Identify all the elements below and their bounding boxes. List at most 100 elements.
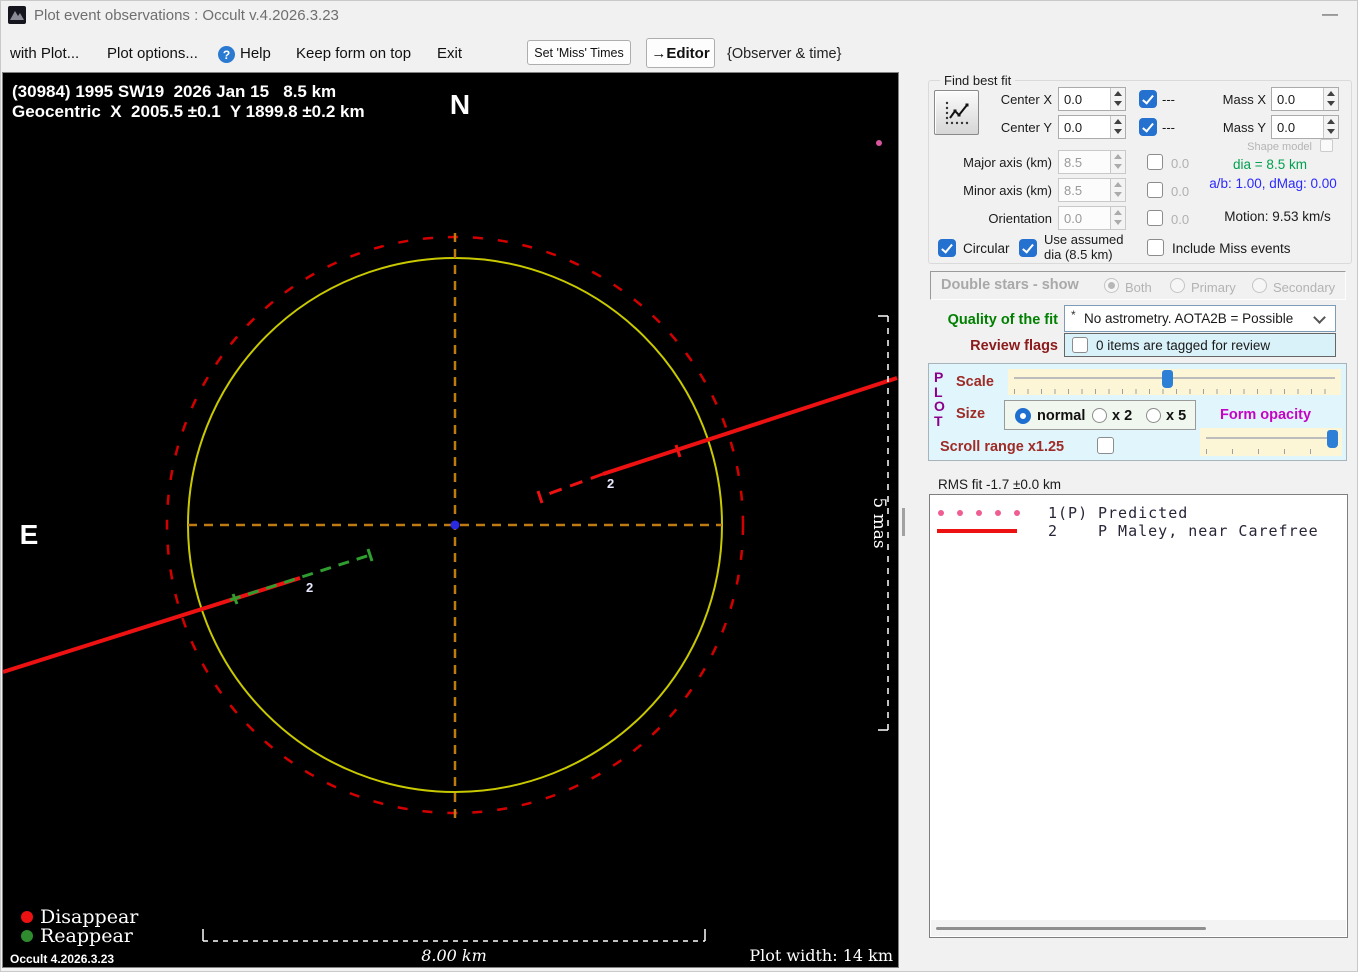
size-radio-x2[interactable] <box>1092 408 1107 423</box>
orientation-input[interactable] <box>1059 207 1110 229</box>
chord-lower[interactable]: 2 <box>2 548 374 674</box>
chord-upper-tick <box>674 444 682 458</box>
scale-slider-thumb[interactable] <box>1161 370 1173 388</box>
chord-lower-label: 2 <box>306 580 313 595</box>
center-x-spin-buttons[interactable] <box>1110 88 1125 110</box>
legend-row-predicted[interactable]: 1(P) Predicted <box>929 503 1346 522</box>
legend-row1-name: Predicted <box>1098 504 1189 522</box>
mass-x-input[interactable] <box>1272 88 1323 110</box>
double-stars-radio-primary[interactable] <box>1170 278 1185 293</box>
size-radio-x5[interactable] <box>1146 408 1161 423</box>
double-stars-radio-secondary[interactable] <box>1252 278 1267 293</box>
minor-axis-input[interactable] <box>1059 179 1110 201</box>
use-assumed-checkbox[interactable] <box>1019 239 1037 257</box>
menubar: with Plot... Plot options... ? Help Keep… <box>0 34 1358 72</box>
window-title: Plot event observations : Occult v.4.202… <box>34 7 339 24</box>
mass-x-spinner[interactable] <box>1271 87 1339 111</box>
center-x-spinner[interactable] <box>1058 87 1126 111</box>
ab-dmag-text: a/b: 1.00, dMag: 0.00 <box>1209 176 1337 191</box>
center-y-spin-buttons[interactable] <box>1110 116 1125 138</box>
circular-checkbox[interactable] <box>938 239 956 257</box>
double-stars-radio-both[interactable] <box>1104 278 1119 293</box>
include-miss-checkbox[interactable] <box>1147 239 1164 256</box>
form-opacity-slider-thumb[interactable] <box>1327 430 1339 448</box>
predicted-dot-swatch <box>957 510 963 516</box>
quality-fit-value: No astrometry. AOTA2B = Possible <box>1084 311 1294 326</box>
dia-text: dia = 8.5 km <box>1233 157 1307 172</box>
size-x2-label: x 2 <box>1112 408 1133 424</box>
double-stars-primary-label: Primary <box>1191 280 1236 295</box>
chord-upper[interactable]: 2 <box>536 376 898 504</box>
app-icon <box>8 6 26 24</box>
orientation-spinner[interactable] <box>1058 206 1126 230</box>
splitter-handle[interactable] <box>902 508 905 536</box>
plot-header-line1: (30984) 1995 SW19 2026 Jan 15 8.5 km <box>12 82 336 101</box>
size-label: Size <box>956 406 986 422</box>
minor-axis-checkbox[interactable] <box>1147 182 1163 198</box>
plot-letter-p: P <box>934 369 944 385</box>
center-x-dashes: --- <box>1162 92 1175 107</box>
center-y-input[interactable] <box>1059 116 1110 138</box>
mas-scale: 5 mas <box>869 315 889 731</box>
legend-row-observer[interactable]: 2 P Maley, near Carefree <box>929 521 1346 540</box>
mas-scale-label: 5 mas <box>869 497 889 548</box>
predicted-dot-swatch <box>976 510 982 516</box>
mass-y-input[interactable] <box>1272 116 1323 138</box>
scroll-range-label: Scroll range x1.25 <box>940 439 1065 455</box>
legend-list-hscrollbar[interactable] <box>931 920 1346 936</box>
menu-keep-form-on-top[interactable]: Keep form on top <box>296 45 411 62</box>
menu-exit[interactable]: Exit <box>437 45 462 62</box>
minimize-button[interactable]: — <box>1310 2 1350 28</box>
observer-time-label: {Observer & time} <box>727 46 842 62</box>
mass-x-spin-buttons[interactable] <box>1323 88 1338 110</box>
shape-model-label: Shape model <box>1247 141 1312 153</box>
reappear-dot <box>21 930 33 942</box>
plot-svg: 2 2 (30984) 1995 SW19 2026 Jan 15 8.5 km… <box>2 82 898 966</box>
plot-letter-t: T <box>934 413 943 429</box>
menu-plot-options[interactable]: Plot options... <box>107 45 198 62</box>
review-flags-label: Review flags <box>970 338 1058 354</box>
size-radio-normal[interactable] <box>1015 408 1031 424</box>
center-x-checkbox[interactable] <box>1139 90 1157 108</box>
size-normal-label: normal <box>1037 408 1086 424</box>
major-axis-checkbox[interactable] <box>1147 154 1163 170</box>
major-axis-spin-buttons[interactable] <box>1110 151 1125 173</box>
help-icon[interactable]: ? <box>218 46 235 63</box>
size-radio-group: normal x 2 x 5 <box>1004 400 1196 430</box>
major-axis-input[interactable] <box>1059 151 1110 173</box>
menu-with-plot[interactable]: with Plot... <box>10 45 79 62</box>
predicted-dot-swatch <box>995 510 1001 516</box>
legend-row1-id: 1(P) <box>1048 504 1089 522</box>
minor-axis-spin-buttons[interactable] <box>1110 179 1125 201</box>
observation-legend-list[interactable] <box>929 494 1348 938</box>
review-flags-checkbox[interactable] <box>1072 337 1088 353</box>
legend-row2-id: 2 <box>1048 522 1059 540</box>
shape-model-checkbox[interactable] <box>1320 139 1333 152</box>
mass-y-spinner[interactable] <box>1271 115 1339 139</box>
minor-axis-spinner[interactable] <box>1058 178 1126 202</box>
hscrollbar-thumb[interactable] <box>936 927 1206 930</box>
quality-fit-dropdown[interactable]: * No astrometry. AOTA2B = Possible <box>1064 305 1336 332</box>
mass-y-spin-buttons[interactable] <box>1323 116 1338 138</box>
chord-upper-label: 2 <box>607 476 614 491</box>
scroll-range-checkbox[interactable] <box>1097 437 1114 454</box>
motion-text: Motion: 9.53 km/s <box>1224 209 1331 224</box>
center-y-checkbox[interactable] <box>1139 118 1157 136</box>
set-miss-times-button[interactable]: Set 'Miss' Times <box>527 40 631 65</box>
editor-button[interactable]: →Editor <box>646 38 715 68</box>
scale-label: Scale <box>956 374 994 390</box>
major-axis-spinner[interactable] <box>1058 150 1126 174</box>
chord-lower-tick <box>231 593 239 605</box>
include-miss-label: Include Miss events <box>1172 241 1291 256</box>
orientation-spin-buttons[interactable] <box>1110 207 1125 229</box>
menu-help[interactable]: Help <box>240 45 271 62</box>
center-x-input[interactable] <box>1059 88 1110 110</box>
center-y-spinner[interactable] <box>1058 115 1126 139</box>
titlebar[interactable]: Plot event observations : Occult v.4.202… <box>0 0 1358 30</box>
center-y-dashes: --- <box>1162 120 1175 135</box>
form-opacity-slider[interactable] <box>1200 428 1342 456</box>
chord-upper-end-cap <box>536 490 544 504</box>
scale-slider[interactable] <box>1008 369 1341 395</box>
orientation-checkbox[interactable] <box>1147 210 1163 226</box>
occultation-plot[interactable]: 2 2 (30984) 1995 SW19 2026 Jan 15 8.5 km… <box>2 72 899 968</box>
